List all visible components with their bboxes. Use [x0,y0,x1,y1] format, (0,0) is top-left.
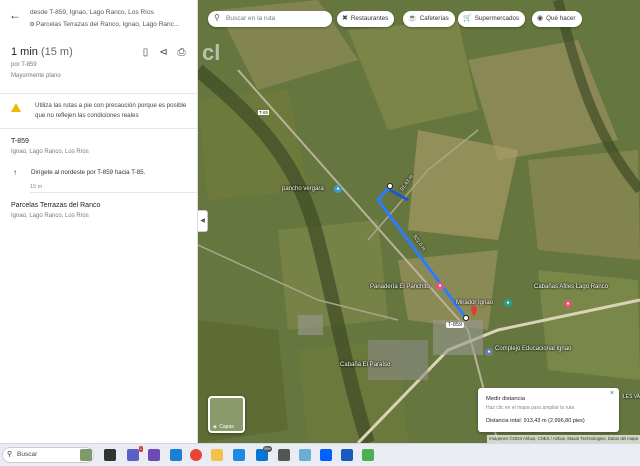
chip-things-to-do[interactable]: ◉ Qué hacer [532,11,582,27]
file-explorer-icon[interactable] [211,449,223,461]
poi-panaderia[interactable]: Panadería El Panchito [370,284,430,290]
road-label-t85: T-85 [258,110,270,115]
chip-supermarkets[interactable]: 🛒 Supermercados [458,11,526,27]
origin-title: T-859 [11,138,29,145]
origin-step[interactable]: T-859 Ignao, Lago Ranco, Los Ríos [11,138,89,155]
coffee-icon: ☕ [408,15,417,22]
destination-title: Parcelas Terrazas del Ranco [11,202,101,209]
camera-icon: ◉ [537,15,544,22]
destination-line[interactable]: Parcelas Terrazas del Ranco, Ignao, Lago… [30,21,190,28]
taskbar-search-label: Buscar [17,451,38,458]
chrome-icon[interactable] [190,449,202,461]
distance-value: (15 m) [40,46,73,58]
edge-place-label: LES VAL (AGC [623,394,640,400]
maps-app: ← desde T-859, Ignao, Lago Ranco, Los Rí… [0,0,640,443]
poi-complejo[interactable]: Complejo Educacional Ignao [495,346,571,353]
layers-label: Capas [219,424,234,430]
dropbox-icon[interactable] [320,449,332,461]
satellite-imagery [198,0,640,443]
cutlery-icon: ✖ [342,15,348,22]
layers-button[interactable]: ◈ Capas [208,396,245,433]
terrain-note: Mayormente plano [11,73,61,79]
map-attribution[interactable]: Imágenes ©2024 Airbus, CNES / Airbus, Ma… [487,435,640,443]
back-arrow-icon[interactable]: ← [8,8,22,22]
search-icon: ⚲ [214,13,220,22]
measure-title: Medir distancia [486,396,525,402]
search-placeholder: Buscar en la ruta [226,15,276,22]
direction-distance: 15 m [30,184,43,190]
mail-icon[interactable]: 99+ [256,446,272,461]
edge-icon[interactable] [170,449,182,461]
time-value: 1 min [11,46,38,58]
to-place: Parcelas Terrazas del Ranco, Ignao, Lago… [36,21,180,28]
poi-mirador[interactable]: Mirador Ignao [456,300,493,306]
share-icon[interactable]: ⊲ [158,47,169,58]
from-place: T-859, Ignao, Lago Ranco, Los Ríos [49,9,154,16]
windows-taskbar: ⚲ Buscar 1 99+ [0,443,640,466]
via-road: por T-859 [11,62,37,68]
poi-cabana-paraiso[interactable]: Cabaña El Paraíso [340,362,390,368]
measure-total: Distancia total: 913,43 m (2.996,80 pies… [486,418,585,424]
warning-text: Utiliza las rutas a pie con precaución p… [35,102,187,119]
send-to-phone-icon[interactable]: ▯ [140,47,151,58]
collapse-panel-button[interactable]: ◀ [198,210,208,232]
origin-line[interactable]: desde T-859, Ignao, Lago Ranco, Los Ríos [30,9,154,16]
direction-text: Dirígete al nordeste por T-859 hacia T-8… [31,169,146,176]
directions-panel: ← desde T-859, Ignao, Lago Ranco, Los Rí… [0,0,198,443]
travel-time: 1 min (15 m) [11,46,73,58]
divider [0,93,198,94]
route-header: ← desde T-859, Ignao, Lago Ranco, Los Rí… [0,0,198,36]
chat-icon[interactable] [148,449,160,461]
chip-label: Qué hacer [546,15,576,22]
task-view-icon[interactable] [104,449,116,461]
destination-dot-icon [30,22,34,27]
route-actions: ▯ ⊲ ⎙ [140,47,187,58]
chip-cafes[interactable]: ☕ Cafeterías [403,11,455,27]
print-icon[interactable]: ⎙ [176,47,187,58]
search-icon: ⚲ [7,451,13,458]
chip-restaurants[interactable]: ✖ Restaurantes [337,11,395,27]
warning-icon [11,103,21,112]
route-summary: 1 min (15 m) por T-859 Mayormente plano [11,46,73,79]
road-label-t859: T-859 [446,322,465,328]
teams-badge: 1 [138,446,143,452]
poi-rancho-icon[interactable]: ● [334,185,342,193]
route-search-box[interactable]: ⚲ Buscar en la ruta [208,11,332,27]
satellite-map[interactable]: cl ⚲ Buscar en la ruta ✖ Restaurantes ☕ Ca… [198,0,640,443]
app-icon-generic[interactable] [278,449,290,461]
mail-badge: 99+ [263,446,272,452]
arrow-up-icon: ↑ [13,168,17,177]
poi-cabanas-icon[interactable]: ● [564,300,572,308]
poi-complejo-icon[interactable]: ● [485,348,493,356]
poi-cabanas[interactable]: Cabañas Afiles Lago Ranco [534,284,608,291]
destination-subtitle: Ignao, Lago Ranco, Los Ríos [11,213,89,219]
destination-step[interactable]: Parcelas Terrazas del Ranco Ignao, Lago … [11,202,100,219]
store-icon[interactable] [233,449,245,461]
measure-distance-card: Medir distancia Haz clic en el mapa para… [478,388,619,432]
poi-mirador-icon[interactable]: ● [504,299,512,307]
divider [0,128,198,129]
app-icon-green[interactable] [362,449,374,461]
word-icon[interactable] [341,449,353,461]
divider [30,192,198,193]
poi-rancho[interactable]: pancho vergara [282,186,324,192]
from-prefix: desde [30,9,50,16]
close-icon[interactable]: × [610,390,614,397]
chip-label: Supermercados [474,15,520,22]
cart-icon: 🛒 [463,15,472,22]
origin-subtitle: Ignao, Lago Ranco, Los Ríos [11,149,89,155]
app-icon-blue[interactable] [299,449,311,461]
poi-panaderia-icon[interactable]: ● [436,282,444,290]
map-watermark: cl [202,40,221,65]
measure-hint: Haz clic en el mapa para ampliar la ruta [486,405,575,411]
chip-label: Restaurantes [350,15,389,22]
chip-label: Cafeterías [419,15,449,22]
teams-icon[interactable]: 1 [127,446,143,461]
widget-icon[interactable] [80,449,92,461]
